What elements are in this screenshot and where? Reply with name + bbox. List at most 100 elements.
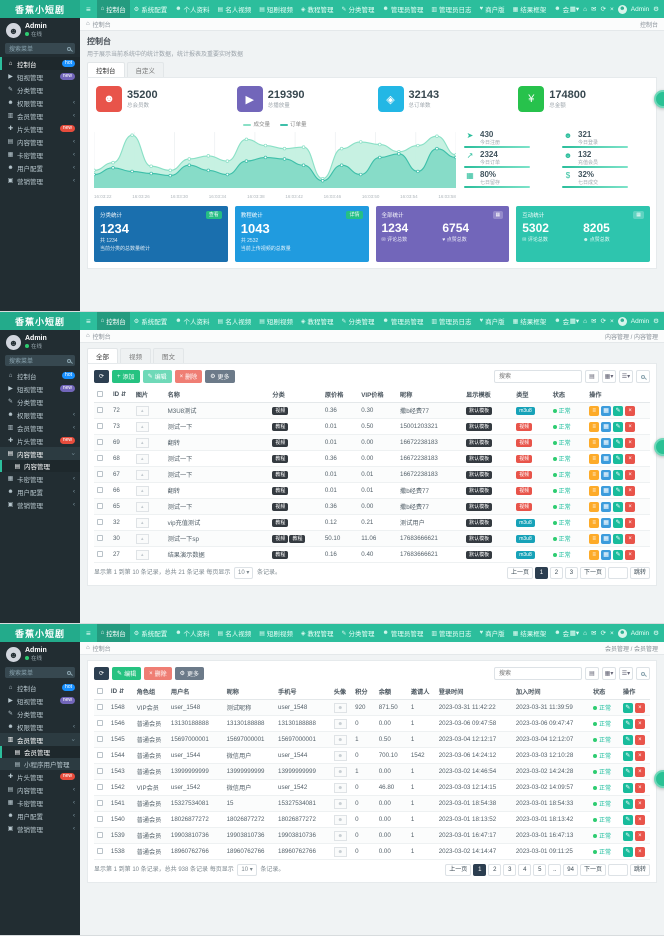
summary-card-action[interactable]: ▦ (493, 211, 504, 219)
search-input[interactable] (494, 370, 582, 383)
sidebar-avatar[interactable]: ☻ (6, 23, 21, 38)
page-button-..[interactable]: .. (548, 864, 561, 876)
row-checkbox[interactable] (97, 752, 103, 758)
sidebar-subitem-0[interactable]: ▤内容管理 (0, 460, 80, 472)
top-menu-item-6[interactable]: ✎分类管理 (337, 312, 378, 330)
row-checkbox[interactable] (97, 519, 103, 525)
list-tab-0[interactable]: 全部 (87, 348, 118, 363)
delete-row-button[interactable]: × (635, 767, 645, 777)
edit-row-button[interactable]: ✎ (623, 831, 633, 841)
episodes-button[interactable]: ≡ (589, 486, 599, 496)
sidebar-item-9[interactable]: ▣营销管理‹ (0, 822, 80, 835)
top-menu-item-4[interactable]: ▤短剧视频 (255, 312, 297, 330)
user-avatar[interactable]: ☻ (618, 629, 627, 638)
top-menu-item-10[interactable]: ▦结果框架 (509, 624, 551, 642)
admin-label[interactable]: Admin (631, 630, 649, 637)
detail-button[interactable]: ▦ (601, 518, 611, 528)
edit-row-button[interactable]: ✎ (613, 534, 623, 544)
row-select-cell[interactable] (94, 435, 110, 451)
user-avatar[interactable]: ☻ (618, 317, 627, 326)
row-checkbox[interactable] (97, 768, 103, 774)
sidebar-item-4[interactable]: ▥会员管理‹ (0, 421, 80, 434)
sidebar-item-0[interactable]: ⌂控制台hot (0, 369, 80, 382)
navbar-action-icon-0[interactable]: ▦▾ (570, 317, 579, 325)
delete-row-button[interactable]: × (625, 502, 635, 512)
navbar-action-icon-2[interactable]: ✉ (591, 629, 596, 637)
row-checkbox[interactable] (97, 704, 103, 710)
sidebar-item-7[interactable]: ▦卡密管理‹ (0, 796, 80, 809)
detail-button[interactable]: ▦ (601, 454, 611, 464)
edit-row-button[interactable]: ✎ (613, 518, 623, 528)
select-all-checkbox[interactable] (97, 688, 103, 694)
navbar-action-icon-0[interactable]: ▦▾ (570, 629, 579, 637)
admin-label[interactable]: Admin (631, 318, 649, 325)
top-menu-item-3[interactable]: ▤名人视频 (214, 0, 256, 18)
add-button[interactable]: +添加 (112, 370, 140, 383)
row-select-cell[interactable] (94, 467, 110, 483)
edit-row-button[interactable]: ✎ (623, 767, 633, 777)
row-select-cell[interactable] (94, 403, 110, 419)
top-menu-item-8[interactable]: ▥管理员日志 (427, 0, 475, 18)
sidebar-search-input[interactable]: 搜索菜单 (5, 355, 75, 366)
page-button-2[interactable]: 2 (550, 567, 563, 579)
column-header-8[interactable]: 类型 (513, 387, 549, 403)
sidebar-item-5[interactable]: ✚片头管理new (0, 434, 80, 447)
delete-row-button[interactable]: × (625, 470, 635, 480)
row-checkbox[interactable] (97, 720, 103, 726)
page-button-2[interactable]: 2 (488, 864, 501, 876)
edit-row-button[interactable]: ✎ (613, 486, 623, 496)
settings-icon[interactable]: ⚙ (653, 5, 659, 13)
columns-icon[interactable]: ▦▾ (602, 667, 616, 680)
column-header-3[interactable]: 昵称 (224, 684, 275, 700)
top-menu-item-11[interactable]: ☻会员管理 (550, 624, 569, 642)
row-checkbox[interactable] (97, 407, 103, 413)
navbar-action-icon-0[interactable]: ▦▾ (570, 5, 579, 13)
page-button-1[interactable]: 1 (535, 567, 548, 579)
page-size-select[interactable]: 10 ▾ (237, 864, 256, 876)
delete-row-button[interactable]: × (625, 454, 635, 464)
delete-row-button[interactable]: × (625, 438, 635, 448)
summary-card-action[interactable]: 详情 (346, 211, 362, 219)
navbar-action-icon-1[interactable]: ⌂ (583, 318, 587, 325)
sidebar-item-1[interactable]: ▶短视管理new (0, 382, 80, 395)
sidebar-search-input[interactable]: 搜索菜单 (5, 667, 75, 678)
page-button-5[interactable]: 5 (533, 864, 546, 876)
row-checkbox[interactable] (97, 784, 103, 790)
column-header-0[interactable]: ID ⇵ (110, 387, 133, 403)
top-menu-item-11[interactable]: ☻会员管理 (550, 0, 569, 18)
row-select-cell[interactable] (94, 499, 110, 515)
detail-button[interactable]: ▦ (601, 534, 611, 544)
row-checkbox[interactable] (97, 832, 103, 838)
delete-row-button[interactable]: × (635, 703, 645, 713)
navbar-action-icon-1[interactable]: ⌂ (583, 630, 587, 637)
list-tab-2[interactable]: 图文 (153, 348, 184, 363)
page-jump-input[interactable] (608, 864, 628, 876)
row-select-cell[interactable] (94, 732, 108, 748)
edit-row-button[interactable]: ✎ (613, 406, 623, 416)
delete-row-button[interactable]: × (625, 422, 635, 432)
refresh-button[interactable]: ⟳ (94, 667, 109, 680)
row-checkbox[interactable] (97, 816, 103, 822)
edit-row-button[interactable]: ✎ (613, 438, 623, 448)
row-checkbox[interactable] (97, 848, 103, 854)
detail-button[interactable]: ▦ (601, 486, 611, 496)
page-button-上一页[interactable]: 上一页 (507, 567, 533, 579)
edit-row-button[interactable]: ✎ (623, 799, 633, 809)
detail-button[interactable]: ▦ (601, 470, 611, 480)
refresh-button[interactable]: ⟳ (94, 370, 109, 383)
delete-row-button[interactable]: × (635, 751, 645, 761)
row-checkbox[interactable] (97, 503, 103, 509)
episodes-button[interactable]: ≡ (589, 550, 599, 560)
edit-row-button[interactable]: ✎ (623, 751, 633, 761)
sidebar-item-8[interactable]: ☻用户配置‹ (0, 161, 80, 174)
sidebar-item-1[interactable]: ▶短视管理new (0, 70, 80, 83)
column-header-9[interactable]: 状态 (550, 387, 586, 403)
page-button-3[interactable]: 3 (503, 864, 516, 876)
tab-1[interactable]: 自定义 (127, 62, 165, 77)
row-checkbox[interactable] (97, 551, 103, 557)
row-checkbox[interactable] (97, 800, 103, 806)
sidebar-item-4[interactable]: ▥会员管理‹ (0, 109, 80, 122)
row-checkbox[interactable] (97, 455, 103, 461)
navbar-action-icon-2[interactable]: ✉ (591, 5, 596, 13)
column-header-5[interactable]: VIP价格 (358, 387, 397, 403)
